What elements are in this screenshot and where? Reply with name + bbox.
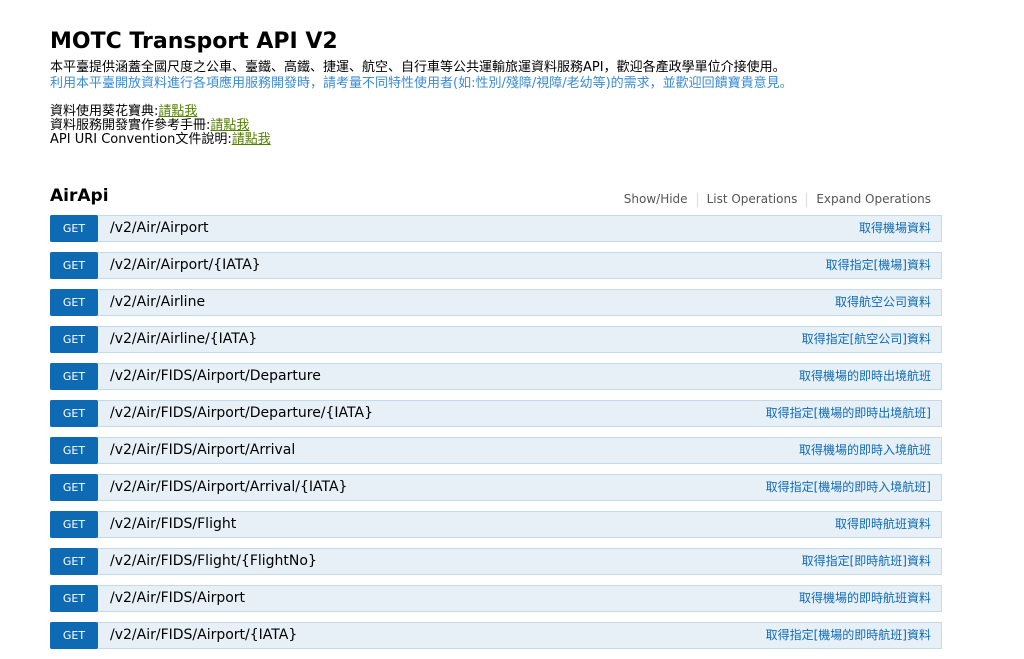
reference-link-label: 資料使用葵花寶典:	[50, 104, 159, 119]
operation-path[interactable]: /v2/Air/Airline/{IATA}	[110, 327, 257, 352]
operation-row[interactable]: GET/v2/Air/Airline/{IATA} 取得指定[航空公司]資料	[50, 326, 942, 353]
reference-link[interactable]: 請點我	[210, 118, 249, 133]
operation-row[interactable]: GET/v2/Air/Airport 取得機場資料	[50, 215, 942, 242]
operation-summary[interactable]: 取得指定[機場]資料	[826, 253, 931, 278]
operation-path[interactable]: /v2/Air/FIDS/Airport/{IATA}	[110, 623, 297, 648]
show-hide-link[interactable]: Show/Hide	[615, 192, 697, 206]
reference-link[interactable]: 請點我	[158, 104, 197, 119]
operation-summary[interactable]: 取得即時航班資料	[835, 512, 931, 537]
reference-link-row: 資料使用葵花寶典:請點我	[50, 105, 942, 119]
list-operations-link[interactable]: List Operations	[698, 192, 807, 206]
operation-path[interactable]: /v2/Air/FIDS/Airport/Departure/{IATA}	[110, 401, 373, 426]
reference-link-row: 資料服務開發實作參考手冊:請點我	[50, 119, 942, 133]
http-method-badge[interactable]: GET	[50, 437, 98, 464]
operation-path[interactable]: /v2/Air/FIDS/Airport/Departure	[110, 364, 321, 389]
operation-row[interactable]: GET/v2/Air/FIDS/Flight 取得即時航班資料	[50, 511, 942, 538]
expand-operations-link[interactable]: Expand Operations	[807, 192, 931, 206]
operation-summary[interactable]: 取得航空公司資料	[835, 290, 931, 315]
operation-summary[interactable]: 取得機場的即時航班資料	[799, 586, 931, 611]
resource-header: AirApi Show/Hide List Operations Expand Op…	[50, 186, 942, 212]
operation-row[interactable]: GET/v2/Air/FIDS/Airport/{IATA} 取得指定[機場的即時…	[50, 622, 942, 649]
http-method-badge[interactable]: GET	[50, 215, 98, 242]
operation-summary[interactable]: 取得機場資料	[859, 216, 931, 241]
operation-summary[interactable]: 取得指定[機場的即時航班]資料	[766, 623, 931, 648]
http-method-badge[interactable]: GET	[50, 400, 98, 427]
reference-link-label: 資料服務開發實作參考手冊:	[50, 118, 211, 133]
http-method-badge[interactable]: GET	[50, 474, 98, 501]
operation-row[interactable]: GET/v2/Air/FIDS/Flight/{FlightNo} 取得指定[即時…	[50, 548, 942, 575]
resource-operations-bar: Show/Hide List Operations Expand Operation…	[615, 192, 931, 207]
operation-summary[interactable]: 取得指定[航空公司]資料	[802, 327, 931, 352]
operation-row[interactable]: GET/v2/Air/FIDS/Airport/Departure/{IATA}…	[50, 400, 942, 427]
http-method-badge[interactable]: GET	[50, 622, 98, 649]
description-text: 本平臺提供涵蓋全國尺度之公車、臺鐵、高鐵、捷運、航空、自行車等公共運輸旅運資料服…	[50, 60, 786, 75]
http-method-badge[interactable]: GET	[50, 289, 98, 316]
operation-path[interactable]: /v2/Air/FIDS/Airport	[110, 586, 245, 611]
operation-row[interactable]: GET/v2/Air/FIDS/Airport/Arrival/{IATA} 取得…	[50, 474, 942, 501]
http-method-badge[interactable]: GET	[50, 363, 98, 390]
operation-path[interactable]: /v2/Air/FIDS/Flight	[110, 512, 236, 537]
operation-list: GET/v2/Air/Airport 取得機場資料 GET/v2/Air/Airpo…	[50, 215, 942, 659]
operation-summary[interactable]: 取得機場的即時入境航班	[799, 438, 931, 463]
operation-summary[interactable]: 取得指定[機場的即時出境航班]	[766, 401, 931, 426]
operation-path[interactable]: /v2/Air/FIDS/Airport/Arrival/{IATA}	[110, 475, 347, 500]
swagger-page: MOTC Transport API V2 本平臺提供涵蓋全國尺度之公車、臺鐵、…	[50, 0, 942, 649]
operation-row[interactable]: GET/v2/Air/FIDS/Airport 取得機場的即時航班資料	[50, 585, 942, 612]
operation-summary[interactable]: 取得指定[即時航班]資料	[802, 549, 931, 574]
reference-link-label: API URI Convention文件說明:	[50, 132, 232, 147]
reference-link[interactable]: 請點我	[232, 132, 271, 147]
operation-row[interactable]: GET/v2/Air/Airline 取得航空公司資料	[50, 289, 942, 316]
http-method-badge[interactable]: GET	[50, 511, 98, 538]
http-method-badge[interactable]: GET	[50, 326, 98, 353]
operation-summary[interactable]: 取得指定[機場的即時入境航班]	[766, 475, 931, 500]
operation-path[interactable]: /v2/Air/Airport/{IATA}	[110, 253, 261, 278]
reference-link-row: API URI Convention文件說明:請點我	[50, 133, 942, 147]
operation-path[interactable]: /v2/Air/FIDS/Flight/{FlightNo}	[110, 549, 317, 574]
operation-path[interactable]: /v2/Air/Airport	[110, 216, 209, 241]
operation-row[interactable]: GET/v2/Air/Airport/{IATA} 取得指定[機場]資料	[50, 252, 942, 279]
operation-row[interactable]: GET/v2/Air/FIDS/Airport/Arrival 取得機場的即時入境…	[50, 437, 942, 464]
http-method-badge[interactable]: GET	[50, 252, 98, 279]
operation-row[interactable]: GET/v2/Air/FIDS/Airport/Departure 取得機場的即時…	[50, 363, 942, 390]
description-notice: 利用本平臺開放資料進行各項應用服務開發時，請考量不同特性使用者(如:性別/殘障/…	[50, 76, 793, 91]
operation-path[interactable]: /v2/Air/FIDS/Airport/Arrival	[110, 438, 295, 463]
operation-path[interactable]: /v2/Air/Airline	[110, 290, 205, 315]
http-method-badge[interactable]: GET	[50, 548, 98, 575]
reference-links: 資料使用葵花寶典:請點我 資料服務開發實作參考手冊:請點我 API URI Co…	[50, 105, 942, 147]
resource-title[interactable]: AirApi	[50, 186, 109, 206]
operation-summary[interactable]: 取得機場的即時出境航班	[799, 364, 931, 389]
http-method-badge[interactable]: GET	[50, 585, 98, 612]
page-title: MOTC Transport API V2	[50, 29, 338, 54]
